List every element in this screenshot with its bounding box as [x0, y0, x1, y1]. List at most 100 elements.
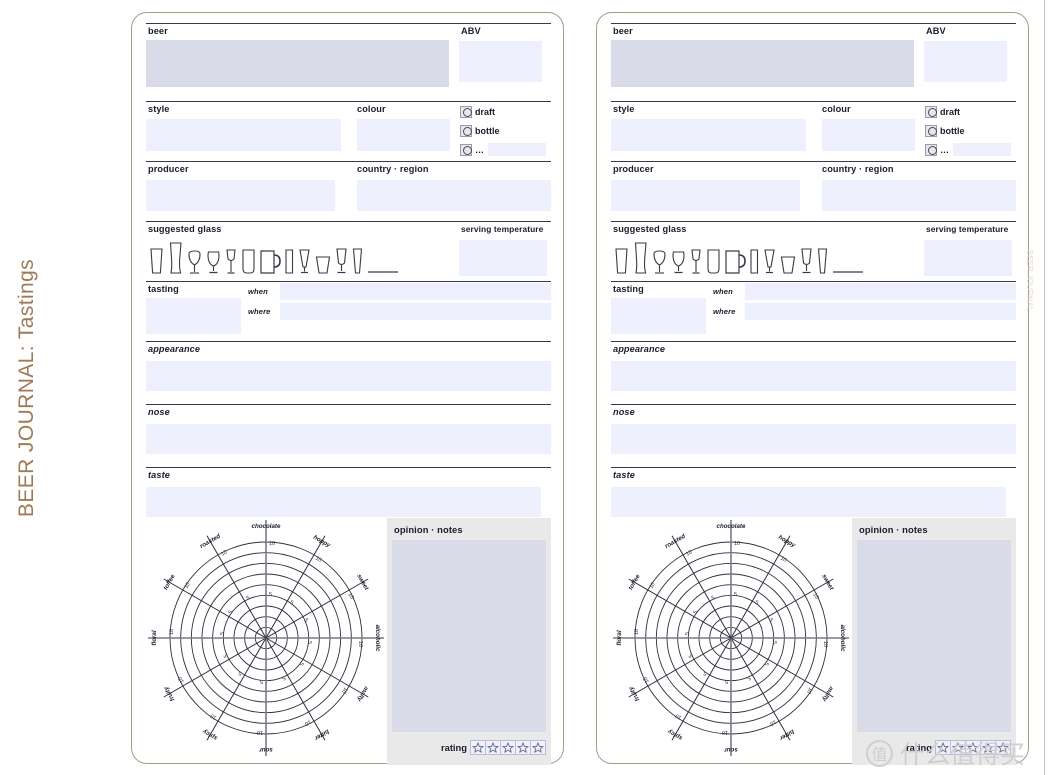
radar-svg[interactable]: 5 10 chocolate 5 10 hoppy 5 10 sweet 5 10 alcoholic… — [611, 518, 851, 758]
radar-axis-label: malty — [355, 685, 369, 703]
country-region-input[interactable] — [822, 180, 1016, 211]
serving-other-input[interactable] — [488, 143, 546, 156]
serving-temperature-input[interactable] — [924, 240, 1012, 276]
goblet-glass-icon[interactable] — [224, 246, 238, 276]
tulip-glass-icon[interactable] — [186, 246, 203, 276]
blank-line-icon[interactable] — [831, 246, 865, 276]
radio-circle-icon[interactable] — [460, 124, 472, 137]
rating-stars[interactable] — [470, 740, 546, 755]
producer-input[interactable] — [611, 180, 800, 211]
rating-control[interactable]: rating — [392, 740, 546, 755]
tulip-glass-icon[interactable] — [651, 246, 668, 276]
weizen-glass-icon[interactable] — [167, 242, 184, 276]
row-beer-abv: beer ABV — [146, 23, 551, 100]
radio-option-bottle[interactable]: bottle — [923, 121, 1016, 140]
producer-input[interactable] — [146, 180, 335, 211]
when-input[interactable] — [745, 282, 1016, 300]
weizen-glass-icon[interactable] — [632, 242, 649, 276]
nonic-pint-glass-icon[interactable] — [705, 246, 722, 276]
where-input[interactable] — [280, 302, 551, 320]
rating-star-2[interactable] — [950, 740, 966, 755]
beer-mug-icon[interactable] — [724, 246, 746, 276]
stange-glass-icon[interactable] — [283, 246, 295, 276]
taste-input[interactable] — [146, 487, 541, 517]
flavour-radar-chart[interactable]: 5 10 chocolate 5 10 hoppy 5 10 sweet 5 10 alcoholic… — [146, 518, 386, 765]
opinion-notes-input[interactable] — [857, 540, 1011, 732]
radio-option-bottle[interactable]: bottle — [458, 121, 551, 140]
tasting-input[interactable] — [611, 298, 706, 334]
abv-input[interactable] — [459, 41, 542, 82]
rating-stars[interactable] — [935, 740, 1011, 755]
serving-temperature-input[interactable] — [459, 240, 547, 276]
tasting-input[interactable] — [146, 298, 241, 334]
pint-glass-icon[interactable] — [148, 246, 165, 276]
field-suggested-glass: suggested glass — [146, 221, 457, 280]
style-input[interactable] — [611, 119, 806, 151]
where-input[interactable] — [745, 302, 1016, 320]
pilsner-glass-icon[interactable] — [762, 246, 777, 276]
abv-input[interactable] — [924, 41, 1007, 82]
radio-option-other[interactable]: … — [923, 140, 1016, 159]
radio-circle-icon[interactable] — [460, 143, 472, 156]
chalice-glass-icon[interactable] — [334, 246, 349, 276]
flavour-radar-chart[interactable]: 5 10 chocolate 5 10 hoppy 5 10 sweet 5 10 alcoholic… — [611, 518, 851, 765]
chalice-glass-icon[interactable] — [799, 246, 814, 276]
journal-page-left: beer ABV style colour draft bottle … pro… — [131, 12, 564, 765]
when-input[interactable] — [280, 282, 551, 300]
radar-axis-label: toffee — [162, 573, 177, 591]
radio-circle-icon[interactable] — [925, 143, 937, 156]
colour-input[interactable] — [822, 119, 915, 151]
radio-option-other[interactable]: … — [458, 140, 551, 159]
opinion-notes-input[interactable] — [392, 540, 546, 732]
beer-input[interactable] — [146, 40, 449, 87]
serving-other-input[interactable] — [953, 143, 1011, 156]
rating-star-4[interactable] — [515, 740, 531, 755]
appearance-input[interactable] — [146, 361, 551, 391]
opinion-notes-panel: opinion · notes rating — [387, 518, 551, 765]
row-style-colour-serving: style colour draft bottle … — [611, 101, 1016, 160]
rating-star-3[interactable] — [500, 740, 516, 755]
radio-circle-icon[interactable] — [925, 124, 937, 137]
nonic-pint-glass-icon[interactable] — [240, 246, 257, 276]
radar-axis-label: hoppy — [777, 534, 797, 550]
style-input[interactable] — [146, 119, 341, 151]
country-region-input[interactable] — [357, 180, 551, 211]
snifter-glass-icon[interactable] — [205, 246, 222, 276]
tumbler-glass-icon[interactable] — [314, 246, 332, 276]
flute-glass-icon[interactable] — [816, 246, 829, 276]
flute-glass-icon[interactable] — [351, 246, 364, 276]
stange-glass-icon[interactable] — [748, 246, 760, 276]
rating-star-5[interactable] — [530, 740, 546, 755]
rating-star-3[interactable] — [965, 740, 981, 755]
rating-star-2[interactable] — [485, 740, 501, 755]
nose-label: nose — [148, 407, 170, 417]
rating-star-5[interactable] — [995, 740, 1011, 755]
beer-input[interactable] — [611, 40, 914, 87]
radio-option-draft[interactable]: draft — [458, 102, 551, 121]
taste-input[interactable] — [611, 487, 1006, 517]
journal-title: BEER JOURNAL: Tastings — [15, 258, 39, 517]
rating-star-1[interactable] — [470, 740, 486, 755]
svg-text:5: 5 — [685, 632, 691, 635]
goblet-glass-icon[interactable] — [689, 246, 703, 276]
rating-control[interactable]: rating — [857, 740, 1011, 755]
rating-star-4[interactable] — [980, 740, 996, 755]
pilsner-glass-icon[interactable] — [297, 246, 312, 276]
field-tasting: tasting — [611, 282, 711, 340]
pint-glass-icon[interactable] — [613, 246, 630, 276]
radar-svg[interactable]: 5 10 chocolate 5 10 hoppy 5 10 sweet 5 10 alcoholic… — [146, 518, 386, 758]
nose-input[interactable] — [146, 424, 551, 454]
colour-input[interactable] — [357, 119, 450, 151]
snifter-glass-icon[interactable] — [670, 246, 687, 276]
radio-label-other: … — [940, 144, 950, 155]
appearance-input[interactable] — [611, 361, 1016, 391]
tumbler-glass-icon[interactable] — [779, 246, 797, 276]
radio-circle-icon[interactable] — [460, 105, 472, 118]
radio-option-draft[interactable]: draft — [923, 102, 1016, 121]
radio-circle-icon[interactable] — [925, 105, 937, 118]
nose-input[interactable] — [611, 424, 1016, 454]
rating-star-1[interactable] — [935, 740, 951, 755]
blank-line-icon[interactable] — [366, 246, 400, 276]
beer-mug-icon[interactable] — [259, 246, 281, 276]
field-beer: beer — [611, 23, 922, 100]
